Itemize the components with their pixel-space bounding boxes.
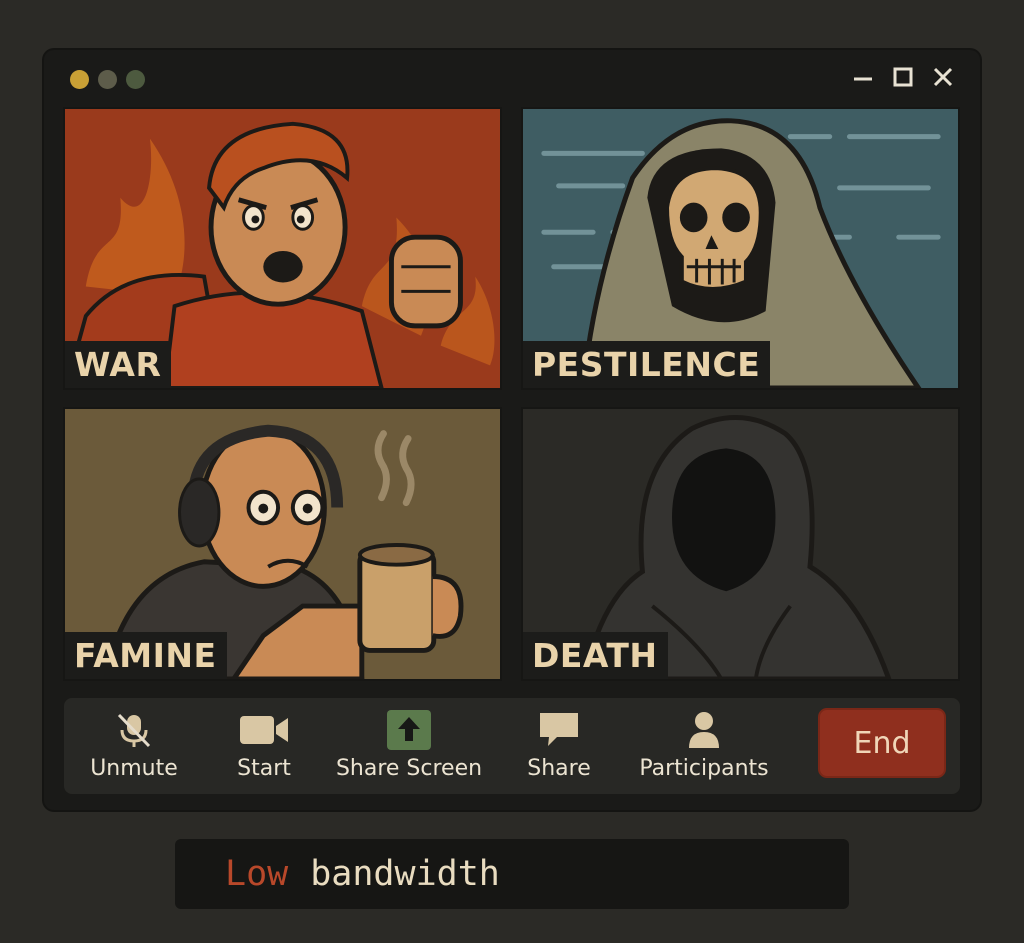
meeting-toolbar: Unmute Start Share Screen Share Particip…: [64, 698, 960, 794]
video-camera-icon: [240, 716, 288, 744]
mic-muted-icon: [117, 713, 151, 748]
participant-name-pestilence: PESTILENCE: [523, 341, 771, 388]
participants-button[interactable]: Participants: [634, 708, 774, 788]
participants-label: Participants: [639, 756, 769, 781]
status-warning-word: Low: [225, 854, 289, 894]
window-controls: [852, 66, 954, 88]
share-screen-button[interactable]: Share Screen: [334, 708, 484, 788]
share-screen-icon: [387, 710, 431, 750]
share-button[interactable]: Share: [519, 708, 599, 788]
video-tile-famine[interactable]: FAMINE: [63, 407, 502, 681]
unmute-button[interactable]: Unmute: [84, 708, 184, 788]
participant-name-death: DEATH: [523, 632, 668, 679]
share-screen-label: Share Screen: [335, 756, 483, 781]
participant-name-war: WAR: [65, 341, 172, 388]
traffic-light-gray[interactable]: [98, 70, 117, 89]
start-label: Start: [237, 756, 291, 781]
window-traffic-lights: [70, 70, 145, 89]
status-word: bandwidth: [310, 854, 500, 894]
video-tile-pestilence[interactable]: PESTILENCE: [521, 107, 960, 390]
video-tile-war[interactable]: WAR: [63, 107, 502, 390]
unmute-label: Unmute: [90, 756, 178, 781]
share-label: Share: [527, 756, 591, 781]
minimize-icon[interactable]: [852, 66, 874, 88]
close-icon[interactable]: [932, 66, 954, 88]
person-icon: [689, 712, 719, 748]
chat-bubble-icon: [540, 713, 578, 746]
participant-name-famine: FAMINE: [65, 632, 227, 679]
end-call-button[interactable]: End: [818, 708, 946, 778]
traffic-light-green[interactable]: [126, 70, 145, 89]
start-video-button[interactable]: Start: [224, 708, 304, 788]
video-tile-death[interactable]: DEATH: [521, 407, 960, 681]
meeting-window: WAR PESTILENCE FAMINE DEATH Unmute Start…: [44, 50, 980, 810]
maximize-icon[interactable]: [892, 66, 914, 88]
connection-status-bar: Low bandwidth: [175, 839, 849, 909]
traffic-light-yellow[interactable]: [70, 70, 89, 89]
